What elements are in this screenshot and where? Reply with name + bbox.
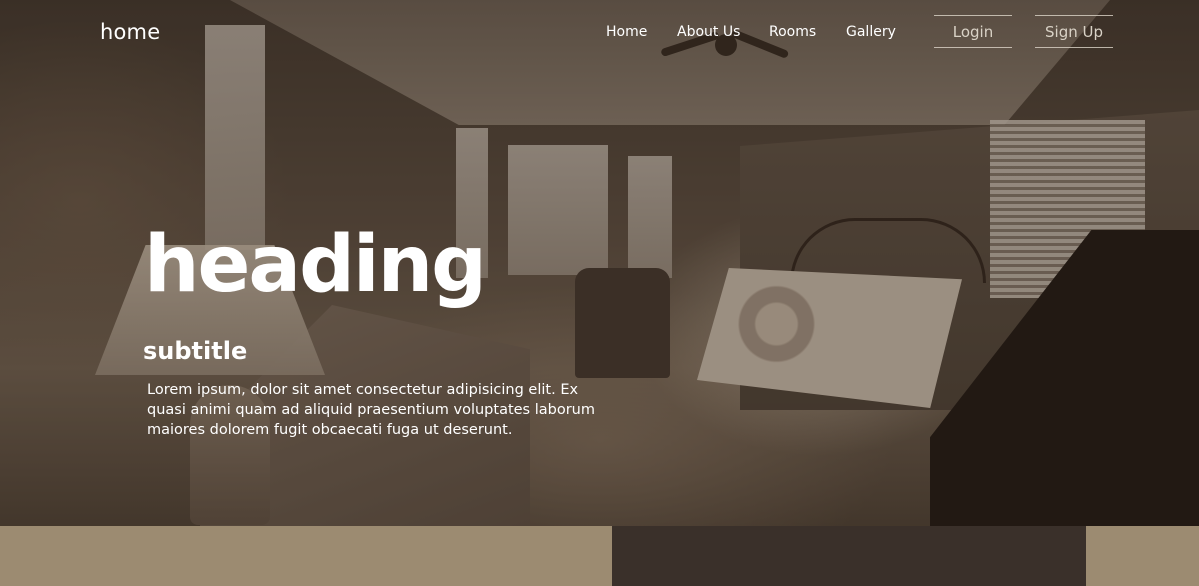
hero-description: Lorem ipsum, dolor sit amet consectetur … [147,382,595,438]
login-button[interactable]: Login [934,15,1012,48]
signup-button[interactable]: Sign Up [1035,15,1113,48]
nav-link-about-us[interactable]: About Us [677,24,740,44]
hero-subtitle: subtitle [143,337,248,365]
nav-link-home[interactable]: Home [606,24,647,44]
section-band-left [0,526,612,586]
section-band-right [1086,526,1199,586]
nav-link-rooms[interactable]: Rooms [769,24,816,44]
hero-heading: heading [144,220,487,310]
section-band-middle [612,526,1086,586]
nav-link-gallery[interactable]: Gallery [846,24,896,44]
brand-logo[interactable]: home [100,20,160,44]
